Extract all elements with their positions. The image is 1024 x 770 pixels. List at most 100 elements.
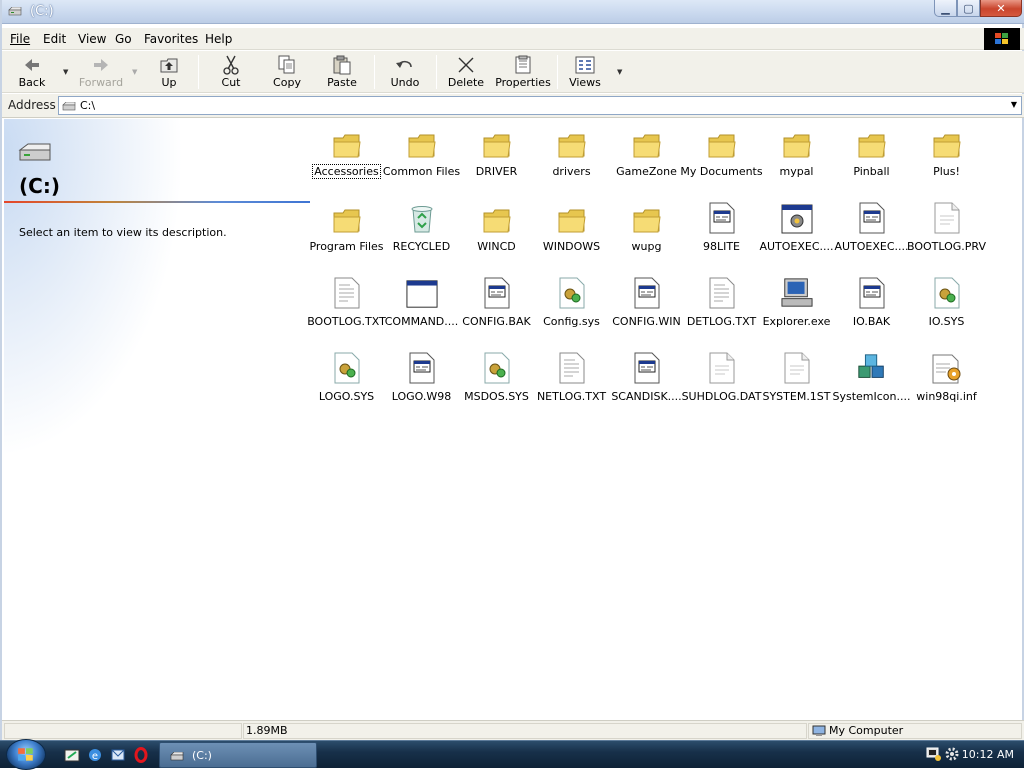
- close-button[interactable]: ✕: [980, 0, 1022, 17]
- file-item[interactable]: LOGO.SYS: [309, 350, 384, 422]
- menu-favorites[interactable]: Favorites: [144, 32, 198, 46]
- forward-dropdown[interactable]: ▼: [132, 68, 137, 76]
- file-item[interactable]: win98qi.inf: [909, 350, 984, 422]
- forward-label: Forward: [78, 76, 124, 89]
- file-item[interactable]: IO.SYS: [909, 275, 984, 347]
- display-tray-icon[interactable]: [926, 746, 942, 765]
- file-item[interactable]: AUTOEXEC....: [834, 200, 909, 272]
- file-item[interactable]: Plus!: [909, 125, 984, 197]
- forward-button[interactable]: Forward: [78, 55, 124, 91]
- status-size: 1.89MB: [243, 723, 807, 739]
- pane-title: (C:): [19, 174, 60, 198]
- folder-icon: [556, 200, 588, 234]
- ms-dos-file-icon: [856, 200, 888, 234]
- file-item[interactable]: LOGO.W98: [384, 350, 459, 422]
- delete-button[interactable]: Delete: [447, 55, 485, 91]
- properties-icon: [513, 55, 533, 75]
- file-item[interactable]: AUTOEXEC....: [759, 200, 834, 272]
- menu-help[interactable]: Help: [205, 32, 232, 46]
- toolbar-separator: [374, 55, 375, 89]
- file-item[interactable]: COMMAND....: [384, 275, 459, 347]
- delete-label: Delete: [447, 76, 485, 89]
- file-item[interactable]: Explorer.exe: [759, 275, 834, 347]
- monitor-icon: [926, 747, 941, 761]
- up-button[interactable]: Up: [157, 55, 181, 91]
- file-item[interactable]: mypal: [759, 125, 834, 197]
- file-item[interactable]: BOOTLOG.TXT: [307, 275, 386, 347]
- file-item[interactable]: NETLOG.TXT: [534, 350, 609, 422]
- file-item[interactable]: CONFIG.BAK: [459, 275, 534, 347]
- file-item[interactable]: drivers: [534, 125, 609, 197]
- copy-button[interactable]: Copy: [272, 55, 302, 91]
- file-item[interactable]: Common Files: [383, 125, 460, 197]
- menu-file[interactable]: File: [10, 32, 30, 46]
- file-item[interactable]: Program Files: [309, 200, 384, 272]
- back-dropdown[interactable]: ▼: [63, 68, 68, 76]
- file-item-label: drivers: [552, 165, 591, 178]
- menu-edit[interactable]: Edit: [43, 32, 66, 46]
- file-item[interactable]: SystemIcon....: [833, 350, 911, 422]
- file-item[interactable]: WINDOWS: [534, 200, 609, 272]
- menu-view[interactable]: View: [78, 32, 106, 46]
- file-item[interactable]: 98LITE: [684, 200, 759, 272]
- minimize-button[interactable]: ▁: [934, 0, 957, 17]
- file-item-label: WINDOWS: [542, 240, 601, 253]
- menu-go-label: Go: [115, 32, 132, 46]
- file-item-label: Config.sys: [543, 315, 600, 328]
- delete-x-icon: [456, 55, 476, 75]
- paste-label: Paste: [327, 76, 357, 89]
- toolbar-separator: [557, 55, 558, 89]
- back-arrow-icon: [22, 55, 42, 75]
- file-item[interactable]: RECYCLED: [384, 200, 459, 272]
- cut-label: Cut: [221, 76, 241, 89]
- file-item-label: SCANDISK....: [611, 390, 682, 403]
- status-zone: My Computer: [808, 723, 1022, 739]
- settings-tray-icon[interactable]: [944, 746, 960, 765]
- cut-button[interactable]: Cut: [219, 55, 243, 91]
- paste-button[interactable]: Paste: [326, 55, 358, 91]
- file-item[interactable]: BOOTLOG.PRV: [907, 200, 987, 272]
- clock[interactable]: 10:12 AM: [962, 748, 1014, 761]
- show-desktop-icon: [64, 749, 80, 762]
- ms-dos-file-icon: [406, 350, 438, 384]
- text-file-icon: [331, 275, 363, 309]
- views-button[interactable]: Views: [569, 55, 601, 91]
- file-item[interactable]: GameZone: [609, 125, 684, 197]
- file-item[interactable]: My Documents: [680, 125, 763, 197]
- address-input[interactable]: C:\ ▼: [58, 96, 1022, 115]
- file-item[interactable]: wupg: [609, 200, 684, 272]
- file-item[interactable]: SCANDISK....: [609, 350, 684, 422]
- file-item[interactable]: SUHDLOG.DAT: [682, 350, 761, 422]
- text-file-icon: [556, 350, 588, 384]
- back-button[interactable]: Back: [16, 55, 48, 91]
- quicklaunch-ie[interactable]: e: [86, 746, 104, 764]
- file-item[interactable]: WINCD: [459, 200, 534, 272]
- quicklaunch-opera[interactable]: [132, 746, 150, 764]
- file-item[interactable]: SYSTEM.1ST: [759, 350, 834, 422]
- file-item[interactable]: MSDOS.SYS: [459, 350, 534, 422]
- file-item[interactable]: DETLOG.TXT: [684, 275, 759, 347]
- file-item-label: CONFIG.BAK: [462, 315, 531, 328]
- file-item[interactable]: CONFIG.WIN: [609, 275, 684, 347]
- start-button[interactable]: [6, 739, 46, 770]
- properties-button[interactable]: Properties: [495, 55, 551, 91]
- file-item[interactable]: Pinball: [834, 125, 909, 197]
- file-item[interactable]: IO.BAK: [834, 275, 909, 347]
- file-item[interactable]: Accessories: [309, 125, 384, 197]
- file-item[interactable]: Config.sys: [534, 275, 609, 347]
- quicklaunch-outlook[interactable]: [109, 746, 127, 764]
- undo-button[interactable]: Undo: [390, 55, 420, 91]
- address-dropdown-icon[interactable]: ▼: [1011, 100, 1017, 109]
- file-item-label: Pinball: [853, 165, 890, 178]
- file-item-label: BOOTLOG.PRV: [907, 240, 987, 253]
- title-bar[interactable]: (C:) ▁ ▢ ✕: [2, 0, 1024, 24]
- menu-go[interactable]: Go: [115, 32, 132, 46]
- undo-label: Undo: [390, 76, 420, 89]
- taskbar-window-button[interactable]: (C:): [159, 742, 317, 768]
- quicklaunch-desktop[interactable]: [63, 746, 81, 764]
- menu-favorites-label: Favorites: [144, 32, 199, 46]
- file-item[interactable]: DRIVER: [459, 125, 534, 197]
- folder-icon: [556, 125, 588, 159]
- views-dropdown[interactable]: ▼: [617, 68, 622, 76]
- maximize-button[interactable]: ▢: [957, 0, 980, 17]
